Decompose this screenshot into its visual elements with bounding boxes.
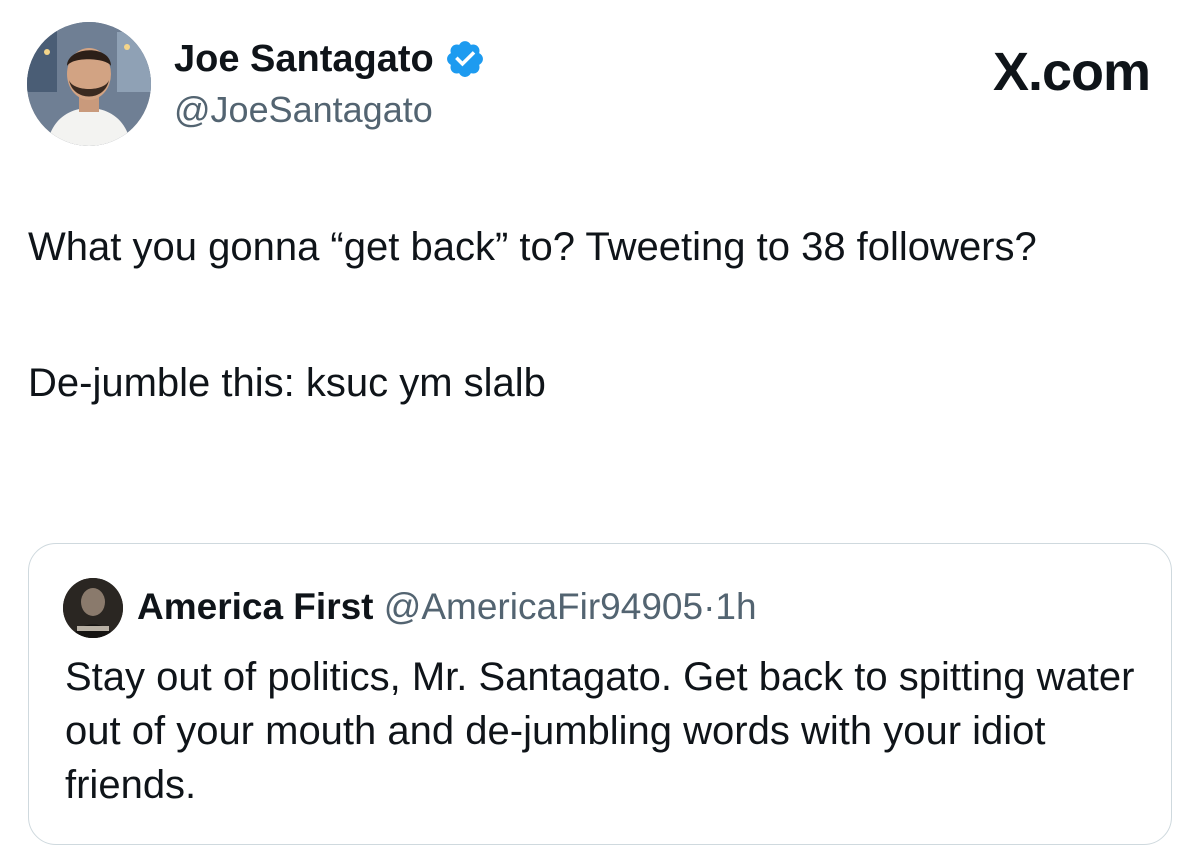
brand-logo: X.com bbox=[992, 42, 1151, 102]
verified-badge-icon bbox=[446, 41, 483, 77]
quoted-author-name[interactable]: America First bbox=[137, 586, 374, 627]
author-avatar[interactable] bbox=[27, 22, 151, 146]
tweet-paragraph: De-jumble this: ksuc ym slalb bbox=[28, 361, 546, 405]
author-name-text: Joe Santagato bbox=[174, 38, 434, 80]
tweet-body: What you gonna “get back” to? Tweeting t… bbox=[28, 218, 1148, 412]
quoted-tweet-header: America First @AmericaFir94905·1h bbox=[137, 584, 757, 630]
quoted-avatar-image bbox=[63, 578, 123, 638]
author-name[interactable]: Joe Santagato bbox=[174, 36, 486, 82]
quoted-author-handle[interactable]: @AmericaFir94905 bbox=[384, 586, 703, 627]
quoted-tweet[interactable]: America First @AmericaFir94905·1h Stay o… bbox=[28, 543, 1172, 845]
author-handle[interactable]: @JoeSantagato bbox=[174, 88, 433, 132]
quoted-author-avatar[interactable] bbox=[63, 578, 123, 638]
quoted-tweet-time[interactable]: 1h bbox=[715, 586, 756, 627]
avatar-image bbox=[27, 22, 151, 146]
separator-dot: · bbox=[703, 586, 716, 627]
quoted-tweet-body: Stay out of politics, Mr. Santagato. Get… bbox=[65, 655, 1135, 807]
tweet-paragraph: What you gonna “get back” to? Tweeting t… bbox=[28, 225, 1037, 269]
